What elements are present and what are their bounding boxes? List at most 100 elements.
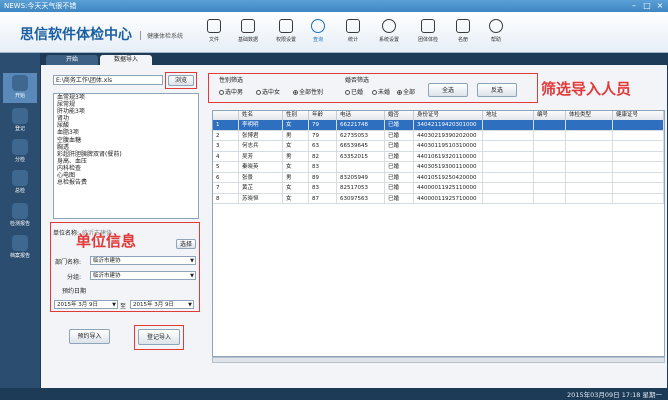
- people-table[interactable]: 姓名 性别 年龄 电话 婚否 身份证号 地址 编号 体检类型 健康证号 1 李明明女 79 662217…: [212, 110, 665, 357]
- tool-query[interactable]: 查询: [303, 19, 333, 49]
- table-cell: [534, 141, 566, 152]
- nav-test-report[interactable]: 检测报告: [3, 201, 37, 231]
- gender-option-all[interactable]: 全部性别: [293, 87, 323, 96]
- date-to-picker[interactable]: 2015年 3月 9日 ▼: [130, 300, 194, 309]
- tool-file[interactable]: 文件: [199, 19, 229, 49]
- table-cell: 34042119420301000: [414, 120, 483, 131]
- column-header[interactable]: 地址: [483, 111, 534, 120]
- table-row[interactable]: 3 何志兵女 63 66539645 已婚 44030119510310000: [213, 141, 664, 152]
- chevron-down-icon: ▼: [188, 302, 192, 308]
- list-item[interactable]: 内科检查: [54, 165, 198, 172]
- marriage-option-married[interactable]: 已婚: [345, 87, 363, 96]
- list-item[interactable]: 肝功能3项: [54, 108, 198, 115]
- status-datetime: 2015年03月09日 17:18 星期一: [567, 391, 662, 399]
- nav-label: 分检: [14, 157, 25, 163]
- date-to-value: 2015年 3月 9日: [133, 302, 174, 308]
- tool-settings[interactable]: 系统设置: [374, 19, 404, 49]
- marriage-option-single[interactable]: 未婚: [372, 87, 390, 96]
- list-item[interactable]: 总检报告费: [54, 179, 198, 186]
- table-cell: 44000011925710000: [414, 193, 483, 204]
- list-item[interactable]: 空腹血糖: [54, 137, 198, 144]
- table-cell: [613, 151, 664, 162]
- tool-roster[interactable]: 名册: [448, 19, 478, 49]
- table-cell: [483, 130, 534, 141]
- invert-selection-button[interactable]: 反选: [477, 83, 517, 97]
- column-header[interactable]: 性别: [283, 111, 309, 120]
- window-title: NEWS:今天天气很不错: [4, 2, 77, 10]
- table-cell: 2: [213, 130, 239, 141]
- table-row[interactable]: 4 吴芳男 82 63352015 已婚 44010619320110000: [213, 151, 664, 162]
- gender-option-female[interactable]: 选中女: [256, 87, 280, 96]
- column-header[interactable]: [213, 111, 239, 120]
- file-path-input[interactable]: E:\商务工作\团体.xls: [53, 75, 163, 85]
- table-cell: 44010619320110000: [414, 151, 483, 162]
- table-cell: 89: [309, 172, 337, 183]
- dept-select[interactable]: 临沂市建协 ▼: [90, 256, 196, 265]
- tool-statistics[interactable]: 统计: [338, 19, 368, 49]
- table-cell: 已婚: [385, 130, 414, 141]
- list-item[interactable]: 彩超肝胆胰脾双肾(餐前): [54, 151, 198, 158]
- table-row[interactable]: 5 秦晓英女 83 已婚 44030519300110000: [213, 162, 664, 173]
- nav-start[interactable]: 开始: [3, 73, 37, 103]
- table-cell: [566, 162, 613, 173]
- sub-exam-icon: [12, 139, 28, 155]
- gender-option-male[interactable]: 选中男: [219, 87, 243, 96]
- column-header[interactable]: 姓名: [239, 111, 283, 120]
- table-horizontal-scrollbar[interactable]: [212, 357, 665, 363]
- table-cell: [534, 120, 566, 131]
- list-item[interactable]: 肾功: [54, 115, 198, 122]
- tool-help[interactable]: 帮助: [481, 19, 511, 49]
- list-item[interactable]: 身高、血压: [54, 158, 198, 165]
- column-header[interactable]: 身份证号: [414, 111, 483, 120]
- minimize-icon[interactable]: –: [628, 1, 640, 11]
- browse-button[interactable]: 浏览: [168, 75, 194, 86]
- nav-archive-report[interactable]: 档案报告: [3, 233, 37, 263]
- table-cell: [534, 172, 566, 183]
- exam-items-list[interactable]: 血常规3项 尿常规 肝功能3项 肾功 尿酸 血脂3项 空腹血糖 胸透 彩超肝胆胰脾双肾(餐前) 身…: [53, 93, 199, 219]
- column-header[interactable]: 婚否: [385, 111, 414, 120]
- table-cell: 62735053: [337, 130, 385, 141]
- table-cell: [483, 193, 534, 204]
- option-label: 选中男: [225, 89, 244, 96]
- table-row[interactable]: 1 李明明女 79 66221748 已婚 34042119420301000: [213, 120, 664, 131]
- list-item[interactable]: 血脂3项: [54, 129, 198, 136]
- close-icon[interactable]: ×: [654, 1, 666, 11]
- list-item[interactable]: 胸透: [54, 144, 198, 151]
- header: 思信软件体检中心 健康体检系统 文件 基础数据 权限设置 查询 统计 系统设置 …: [0, 12, 668, 53]
- table-cell: 66221748: [337, 120, 385, 131]
- tool-group-exam[interactable]: 团体体检: [413, 19, 443, 49]
- table-cell: 张景: [239, 172, 283, 183]
- nav-final-exam[interactable]: 总检: [3, 168, 37, 198]
- table-row[interactable]: 2 张博君男 79 62735053 已婚 44030219390202000: [213, 130, 664, 141]
- table-row[interactable]: 8 苏晓恒女 87 63097563 已婚 44000011925710000: [213, 193, 664, 204]
- tab-start[interactable]: 开始: [46, 55, 98, 65]
- column-header[interactable]: 电话: [337, 111, 385, 120]
- table-row[interactable]: 6 张景男 89 83205949 已婚 44010519250420000: [213, 172, 664, 183]
- tool-basic-data[interactable]: 基础数据: [233, 19, 263, 49]
- date-from-picker[interactable]: 2015年 3月 9日 ▼: [54, 300, 118, 309]
- nav-register[interactable]: 登记: [3, 106, 37, 136]
- select-all-button[interactable]: 全选: [428, 83, 468, 97]
- column-header[interactable]: 编号: [534, 111, 566, 120]
- reserve-import-button[interactable]: 预约导入: [69, 329, 110, 344]
- select-unit-button[interactable]: 选择: [176, 239, 196, 249]
- group-select[interactable]: 临沂市建协 ▼: [90, 271, 196, 280]
- option-label: 未婚: [378, 89, 391, 96]
- column-header[interactable]: 年龄: [309, 111, 337, 120]
- app-title: 思信软件体检中心: [20, 27, 132, 43]
- search-icon: [311, 19, 325, 33]
- column-header[interactable]: 健康证号: [613, 111, 664, 120]
- tool-permission[interactable]: 权限设置: [271, 19, 301, 49]
- column-header[interactable]: 体检类型: [566, 111, 613, 120]
- table-cell: 已婚: [385, 120, 414, 131]
- table-cell: 82: [309, 151, 337, 162]
- register-import-button[interactable]: 登记导入: [138, 329, 180, 345]
- date-from-value: 2015年 3月 9日: [57, 302, 98, 308]
- maximize-icon[interactable]: □: [641, 1, 653, 11]
- table-cell: [483, 183, 534, 194]
- list-item[interactable]: 血常规3项: [54, 94, 198, 101]
- marriage-option-all[interactable]: 全部: [397, 87, 415, 96]
- tab-data-import[interactable]: 数据导入: [100, 55, 152, 65]
- nav-sub-exam[interactable]: 分检: [3, 137, 37, 167]
- table-row[interactable]: 7 黄芷女 83 82517053 已婚 44000011925110000: [213, 183, 664, 194]
